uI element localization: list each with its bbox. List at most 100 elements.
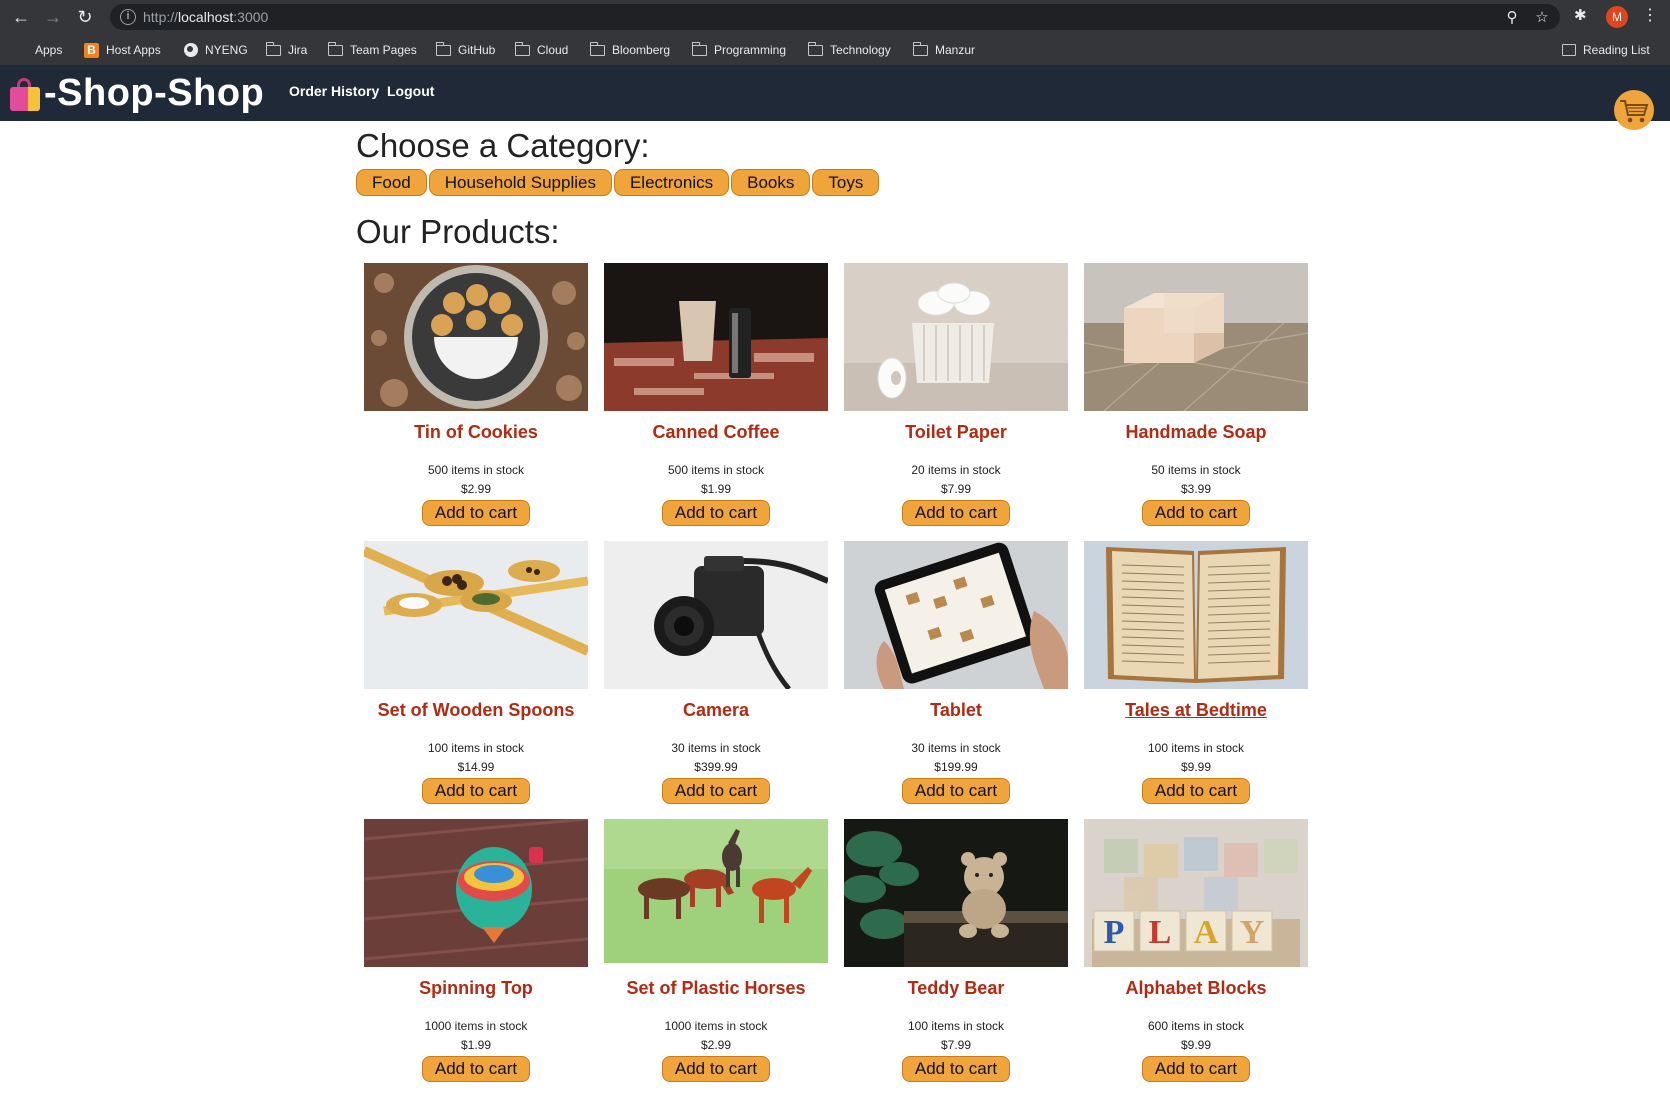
product-image-alphabet-blocks[interactable]: P L A Y xyxy=(1084,819,1308,967)
back-icon[interactable]: ← xyxy=(10,6,32,28)
brand-logo[interactable]: -Shop-Shop xyxy=(8,72,264,115)
forward-icon[interactable]: → xyxy=(42,6,64,28)
product-image-soap[interactable] xyxy=(1084,263,1308,411)
folder-icon xyxy=(514,41,530,56)
product-stock: 500 items in stock xyxy=(427,463,525,477)
bookmark-star-icon[interactable]: ☆ xyxy=(1532,8,1552,26)
product-image-camera[interactable] xyxy=(604,541,828,689)
category-toys-button[interactable]: Toys xyxy=(812,169,880,196)
add-to-cart-button[interactable]: Add to cart xyxy=(662,778,770,804)
url-host: localhost xyxy=(178,9,234,25)
product-name[interactable]: Alphabet Blocks xyxy=(1084,977,1308,999)
bookmark-cloud[interactable]: Cloud xyxy=(514,41,569,58)
add-to-cart-button[interactable]: Add to cart xyxy=(902,500,1010,526)
product-stock: 1000 items in stock xyxy=(664,1019,768,1033)
product-image-tablet[interactable] xyxy=(844,541,1068,689)
bookmark-technology[interactable]: Technology xyxy=(807,41,891,58)
add-to-cart-button[interactable]: Add to cart xyxy=(422,778,530,804)
product-stock: 30 items in stock xyxy=(911,741,1001,755)
profile-avatar[interactable]: M xyxy=(1606,6,1628,28)
folder-icon xyxy=(435,41,451,56)
bookmark-host-apps[interactable]: B Host Apps xyxy=(84,42,161,58)
reading-list-label: Reading List xyxy=(1583,43,1650,57)
product-image-book[interactable] xyxy=(1084,541,1308,689)
category-household-supplies-button[interactable]: Household Supplies xyxy=(428,169,612,196)
address-bar[interactable]: i http://localhost:3000 ⚲ ☆ xyxy=(110,4,1560,30)
product-grid: Tin of Cookies 500 items in stock $2.99 … xyxy=(364,263,1308,1097)
add-to-cart-button[interactable]: Add to cart xyxy=(662,1056,770,1082)
product-name[interactable]: Toilet Paper xyxy=(844,421,1068,443)
product-price: $1.99 xyxy=(460,1038,492,1052)
folder-icon xyxy=(691,41,707,56)
product-image-cookies[interactable] xyxy=(364,263,588,411)
logout-link[interactable]: Logout xyxy=(387,83,434,99)
bookmark-team-pages[interactable]: Team Pages xyxy=(327,41,417,58)
product-name[interactable]: Camera xyxy=(604,699,828,721)
product-name[interactable]: Teddy Bear xyxy=(844,977,1068,999)
add-to-cart-button[interactable]: Add to cart xyxy=(902,778,1010,804)
product-stock: 30 items in stock xyxy=(671,741,761,755)
product-name[interactable]: Spinning Top xyxy=(364,977,588,999)
shopping-cart-icon xyxy=(1620,100,1649,123)
site-info-icon[interactable]: i xyxy=(120,9,136,25)
product-price: $9.99 xyxy=(1180,760,1212,774)
svg-text:Y: Y xyxy=(1240,914,1265,951)
product-image-teddy-bear[interactable] xyxy=(844,819,1068,967)
category-books-button[interactable]: Books xyxy=(731,169,811,196)
browser-menu-icon[interactable]: ⋮ xyxy=(1642,5,1658,25)
bookmark-label: GitHub xyxy=(458,43,496,57)
add-to-cart-button[interactable]: Add to cart xyxy=(1142,500,1250,526)
product-card: Spinning Top 1000 items in stock $1.99 A… xyxy=(364,819,588,1097)
product-name[interactable]: Tin of Cookies xyxy=(364,421,588,443)
product-price: $14.99 xyxy=(457,760,495,774)
category-electronics-button[interactable]: Electronics xyxy=(613,169,730,196)
bookmark-label: Apps xyxy=(35,43,63,57)
product-image-spinning-top[interactable] xyxy=(364,819,588,967)
product-image-coffee[interactable] xyxy=(604,263,828,411)
product-image-wooden-spoons[interactable] xyxy=(364,541,588,689)
bookmark-github[interactable]: GitHub xyxy=(435,41,496,58)
products-heading: Our Products: xyxy=(356,213,560,250)
bookmark-bloomberg[interactable]: Bloomberg xyxy=(589,41,671,58)
product-price: $7.99 xyxy=(940,1038,972,1052)
product-name[interactable]: Tablet xyxy=(844,699,1068,721)
product-stock: 1000 items in stock xyxy=(424,1019,528,1033)
zoom-search-icon[interactable]: ⚲ xyxy=(1502,8,1522,26)
extensions-icon[interactable]: ✱ xyxy=(1574,6,1587,24)
bookmark-label: Host Apps xyxy=(106,43,161,57)
product-image-toilet-paper[interactable] xyxy=(844,263,1068,411)
bookmark-label: Cloud xyxy=(537,43,569,57)
category-food-button[interactable]: Food xyxy=(356,169,427,196)
product-name[interactable]: Tales at Bedtime xyxy=(1084,699,1308,721)
add-to-cart-button[interactable]: Add to cart xyxy=(1142,1056,1250,1082)
reading-list[interactable]: Reading List xyxy=(1562,42,1650,58)
product-name[interactable]: Canned Coffee xyxy=(604,421,828,443)
add-to-cart-button[interactable]: Add to cart xyxy=(422,500,530,526)
bookmark-programming[interactable]: Programming xyxy=(691,41,786,58)
product-name[interactable]: Set of Plastic Horses xyxy=(604,977,828,999)
product-name[interactable]: Handmade Soap xyxy=(1084,421,1308,443)
bookmark-apps[interactable]: Apps xyxy=(16,42,62,58)
add-to-cart-button[interactable]: Add to cart xyxy=(1142,778,1250,804)
bookmark-manzur[interactable]: Manzur xyxy=(912,41,975,58)
product-image-plastic-horses[interactable] xyxy=(604,819,828,967)
bookmark-label: Bloomberg xyxy=(612,43,671,57)
product-price: $199.99 xyxy=(934,760,978,774)
add-to-cart-button[interactable]: Add to cart xyxy=(422,1056,530,1082)
add-to-cart-button[interactable]: Add to cart xyxy=(902,1056,1010,1082)
order-history-link[interactable]: Order History xyxy=(289,83,379,99)
bookmark-jira[interactable]: Jira xyxy=(265,41,307,58)
bookmark-nyeng[interactable]: NYENG xyxy=(184,42,248,58)
folder-icon xyxy=(327,41,343,56)
cart-button[interactable] xyxy=(1614,90,1654,130)
add-to-cart-button[interactable]: Add to cart xyxy=(662,500,770,526)
folder-icon xyxy=(912,41,928,56)
svg-text:A: A xyxy=(1194,914,1219,951)
product-name[interactable]: Set of Wooden Spoons xyxy=(364,699,588,721)
product-price: $2.99 xyxy=(700,1038,732,1052)
reload-icon[interactable]: ↻ xyxy=(74,6,96,28)
address-url[interactable]: http://localhost:3000 xyxy=(143,9,268,25)
product-stock: 100 items in stock xyxy=(907,1019,1005,1033)
blogger-icon: B xyxy=(84,42,99,58)
reading-list-icon xyxy=(1562,44,1576,56)
